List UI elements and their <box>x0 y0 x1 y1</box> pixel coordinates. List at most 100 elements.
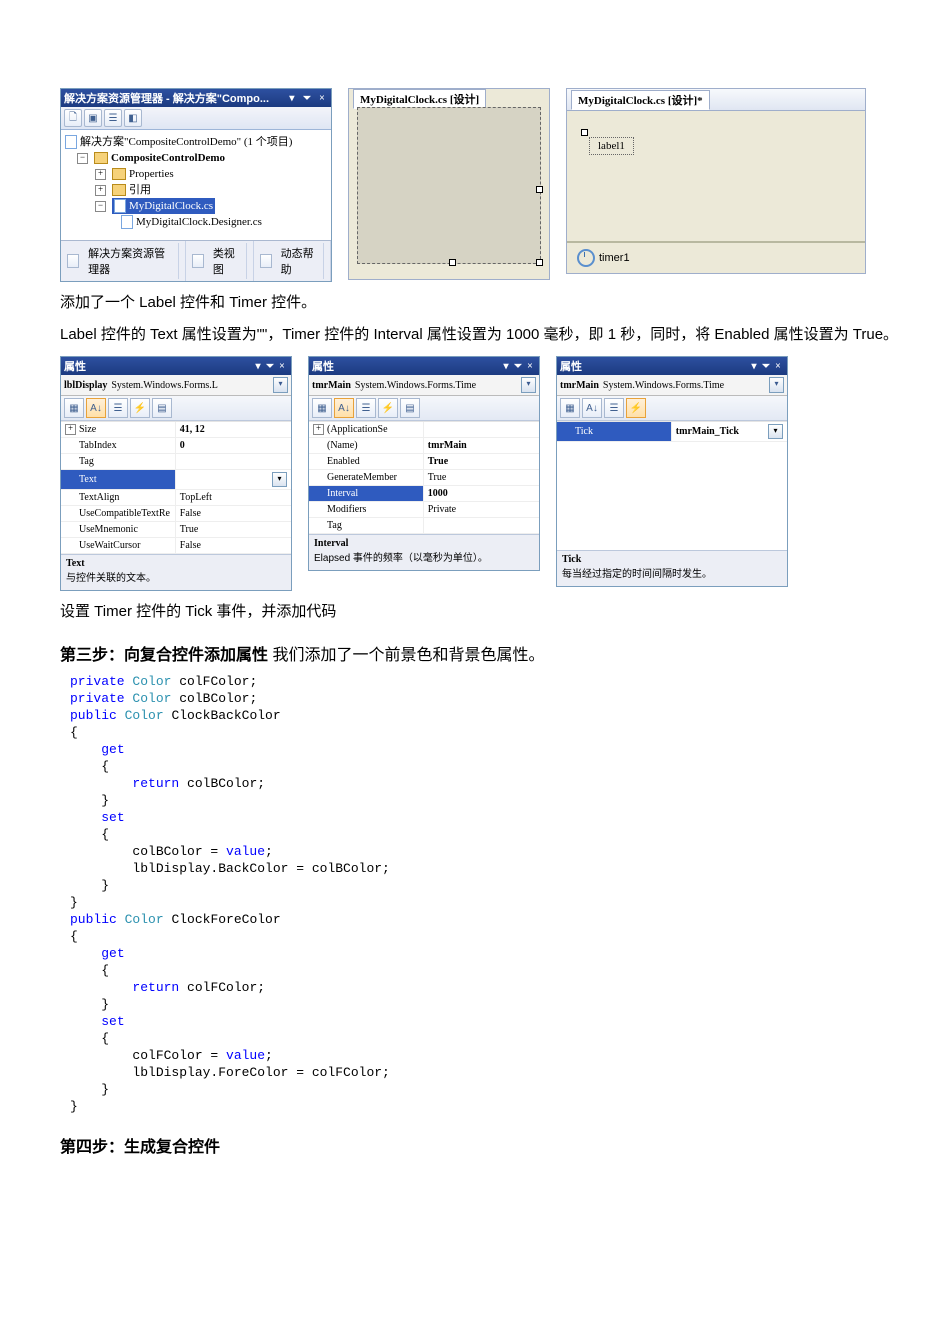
property-row[interactable]: UseMnemonicTrue <box>61 522 291 538</box>
designer-controls[interactable]: MyDigitalClock.cs [设计]* label1 timer1 <box>566 88 866 274</box>
timer-icon <box>577 249 595 267</box>
close-icon[interactable]: × <box>276 361 288 372</box>
property-description: Tick每当经过指定的时间间隔时发生。 <box>557 550 787 586</box>
categorized-icon[interactable]: ▦ <box>64 398 84 418</box>
designer-surface[interactable]: label1 <box>567 111 865 242</box>
tab-dynamic-help[interactable]: 动态帮助 <box>254 241 331 281</box>
pin-icon[interactable]: ⏷ <box>264 361 276 372</box>
properties-icon[interactable]: ☰ <box>356 398 376 418</box>
tree-properties[interactable]: +Properties <box>65 166 327 182</box>
object-selector[interactable]: tmrMain System.Windows.Forms.Time▾ <box>557 375 787 396</box>
code-block: private Color colFColor; private Color c… <box>70 673 940 1115</box>
property-row[interactable]: GenerateMemberTrue <box>309 470 539 486</box>
expand-icon[interactable]: + <box>313 424 324 435</box>
component-tray[interactable]: timer1 <box>567 242 865 273</box>
designer-tab[interactable]: MyDigitalClock.cs [设计] <box>353 89 486 109</box>
page: 解决方案资源管理器 - 解决方案"Compo... ▾ ⏷ × 🗋 ▣ ☰ ◧ … <box>0 0 945 1205</box>
collapse-icon[interactable]: − <box>95 201 106 212</box>
categorized-icon[interactable]: ▦ <box>312 398 332 418</box>
properties-toolbar: ▦A↓☰⚡▤ <box>309 396 539 421</box>
pages-icon[interactable]: ▤ <box>400 398 420 418</box>
project-icon <box>94 152 108 164</box>
categorized-icon[interactable]: ▦ <box>560 398 580 418</box>
dropdown-icon[interactable]: ▾ <box>272 472 287 487</box>
property-row[interactable]: Interval1000 <box>309 486 539 502</box>
dropdown-icon[interactable]: ▾ <box>769 377 784 393</box>
view-icon[interactable]: ◧ <box>124 109 142 127</box>
dropdown-icon[interactable]: ▾ <box>748 361 760 372</box>
properties-titlebar[interactable]: 属性▾⏷× <box>557 357 787 375</box>
dropdown-icon[interactable]: ▾ <box>252 361 264 372</box>
properties-titlebar[interactable]: 属性▾⏷× <box>309 357 539 375</box>
property-grid[interactable]: TicktmrMain_Tick▾ <box>557 421 787 550</box>
alphabetical-icon[interactable]: A↓ <box>334 398 354 418</box>
pages-icon[interactable]: ▤ <box>152 398 172 418</box>
object-selector[interactable]: tmrMain System.Windows.Forms.Time▾ <box>309 375 539 396</box>
close-icon[interactable]: × <box>772 361 784 372</box>
tree-file-selected[interactable]: MyDigitalClock.cs <box>112 198 215 214</box>
dropdown-icon[interactable]: ▾ <box>521 377 536 393</box>
property-row[interactable]: ModifiersPrivate <box>309 502 539 518</box>
tab-solution-explorer[interactable]: 解决方案资源管理器 <box>61 241 186 281</box>
properties-titlebar[interactable]: 属性▾⏷× <box>61 357 291 375</box>
property-row[interactable]: TabIndex0 <box>61 438 291 454</box>
designer-tab[interactable]: MyDigitalClock.cs [设计]* <box>571 90 710 110</box>
expand-icon[interactable]: + <box>95 169 106 180</box>
designer-surface[interactable] <box>357 107 541 264</box>
expand-icon[interactable]: + <box>65 424 76 435</box>
property-row[interactable]: UseCompatibleTextReFalse <box>61 506 291 522</box>
property-row[interactable]: TextAlignTopLeft <box>61 490 291 506</box>
pin-icon[interactable]: ⏷ <box>301 93 313 104</box>
tree-project[interactable]: −CompositeControlDemo <box>65 150 327 166</box>
collapse-icon[interactable]: − <box>77 153 88 164</box>
property-row[interactable]: Tag <box>309 518 539 534</box>
close-icon[interactable]: × <box>524 361 536 372</box>
tree-designer-file[interactable]: MyDigitalClock.Designer.cs <box>65 214 327 230</box>
designer-empty[interactable]: MyDigitalClock.cs [设计] <box>348 88 550 280</box>
showall-icon[interactable]: ▣ <box>84 109 102 127</box>
explorer-toolbar: 🗋 ▣ ☰ ◧ <box>61 107 331 130</box>
cs-icon <box>121 215 133 229</box>
dropdown-icon[interactable]: ▾ <box>286 93 298 104</box>
label-text: label1 <box>589 137 634 155</box>
tree-solution[interactable]: 解决方案"CompositeControlDemo" (1 个项目) <box>65 134 327 150</box>
dropdown-icon[interactable]: ▾ <box>273 377 288 393</box>
tree-references[interactable]: +引用 <box>65 182 327 198</box>
property-grid[interactable]: +(ApplicationSe(Name)tmrMainEnabledTrueG… <box>309 421 539 534</box>
refresh-icon[interactable]: 🗋 <box>64 109 82 127</box>
property-row[interactable]: EnabledTrue <box>309 454 539 470</box>
properties-label: 属性▾⏷×lblDisplay System.Windows.Forms.L▾▦… <box>60 356 292 591</box>
events-icon[interactable]: ⚡ <box>378 398 398 418</box>
properties-toolbar: ▦A↓☰⚡▤ <box>61 396 291 421</box>
property-row[interactable]: +Size41, 12 <box>61 422 291 438</box>
properties-icon[interactable]: ☰ <box>604 398 624 418</box>
property-row[interactable]: (Name)tmrMain <box>309 438 539 454</box>
pin-icon[interactable]: ⏷ <box>760 361 772 372</box>
explorer-titlebar[interactable]: 解决方案资源管理器 - 解决方案"Compo... ▾ ⏷ × <box>61 89 331 107</box>
paragraph-1: 添加了一个 Label 控件和 Timer 控件。 <box>60 292 940 314</box>
properties-icon[interactable]: ☰ <box>104 109 122 127</box>
property-row[interactable]: UseWaitCursorFalse <box>61 538 291 554</box>
tab-class-view[interactable]: 类视图 <box>186 241 254 281</box>
properties-timer: 属性▾⏷×tmrMain System.Windows.Forms.Time▾▦… <box>308 356 540 571</box>
dropdown-icon[interactable]: ▾ <box>768 424 783 439</box>
property-row[interactable]: +(ApplicationSe <box>309 422 539 438</box>
close-icon[interactable]: × <box>316 93 328 104</box>
property-row[interactable]: Tag <box>61 454 291 470</box>
property-description: IntervalElapsed 事件的频率（以毫秒为单位）。 <box>309 534 539 570</box>
dropdown-icon[interactable]: ▾ <box>500 361 512 372</box>
expand-icon[interactable]: + <box>95 185 106 196</box>
alphabetical-icon[interactable]: A↓ <box>86 398 106 418</box>
events-icon[interactable]: ⚡ <box>130 398 150 418</box>
folder-icon <box>112 168 126 180</box>
pin-icon[interactable]: ⏷ <box>512 361 524 372</box>
events-icon[interactable]: ⚡ <box>626 398 646 418</box>
property-grid[interactable]: +Size41, 12TabIndex0TagText▾TextAlignTop… <box>61 421 291 554</box>
object-selector[interactable]: lblDisplay System.Windows.Forms.L▾ <box>61 375 291 396</box>
alphabetical-icon[interactable]: A↓ <box>582 398 602 418</box>
property-row[interactable]: TicktmrMain_Tick▾ <box>557 422 787 442</box>
property-row[interactable]: Text▾ <box>61 470 291 490</box>
solution-tree[interactable]: 解决方案"CompositeControlDemo" (1 个项目) −Comp… <box>61 130 331 240</box>
properties-icon[interactable]: ☰ <box>108 398 128 418</box>
label-control[interactable]: label1 <box>589 137 634 155</box>
